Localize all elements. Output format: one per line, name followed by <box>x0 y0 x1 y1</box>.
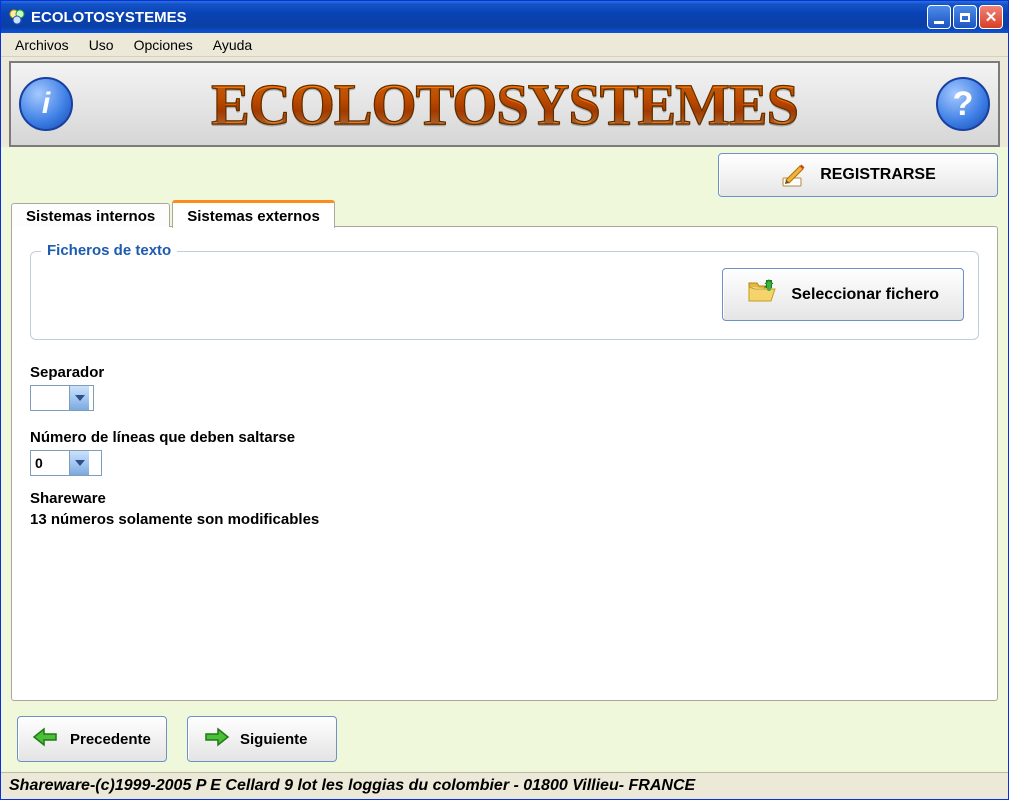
separator-combo[interactable] <box>30 385 94 411</box>
tab-strip: Sistemas internos Sistemas externos <box>11 199 998 227</box>
minimize-button[interactable] <box>927 5 951 29</box>
shareware-line1: Shareware <box>30 488 979 509</box>
register-label: REGISTRARSE <box>820 166 936 184</box>
titlebar: ECOLOTOSYSTEMES ✕ <box>1 1 1008 33</box>
register-button[interactable]: REGISTRARSE <box>718 153 998 197</box>
close-button[interactable]: ✕ <box>979 5 1003 29</box>
banner: i ECOLOTOSYSTEMES ? <box>9 61 1000 147</box>
tab-internal[interactable]: Sistemas internos <box>11 203 170 227</box>
shareware-line2: 13 números solamente son modificables <box>30 509 979 530</box>
skip-lines-input[interactable] <box>31 451 69 475</box>
separator-input[interactable] <box>31 386 69 410</box>
next-label: Siguiente <box>240 731 308 748</box>
menu-uso[interactable]: Uso <box>79 35 124 55</box>
window-title: ECOLOTOSYSTEMES <box>31 9 187 26</box>
select-file-button[interactable]: Seleccionar fichero <box>722 268 964 321</box>
menubar: Archivos Uso Opciones Ayuda <box>1 33 1008 57</box>
previous-button[interactable]: Precedente <box>17 716 167 762</box>
info-icon: i <box>42 87 50 121</box>
text-files-group: Ficheros de texto <box>30 251 979 340</box>
group-title: Ficheros de texto <box>41 242 177 259</box>
skip-lines-dropdown-button[interactable] <box>69 451 89 475</box>
skip-lines-combo[interactable] <box>30 450 102 476</box>
menu-archivos[interactable]: Archivos <box>5 35 79 55</box>
banner-title: ECOLOTOSYSTEMES <box>73 71 936 138</box>
tab-external[interactable]: Sistemas externos <box>172 200 335 228</box>
select-file-label: Seleccionar fichero <box>791 286 939 304</box>
arrow-right-icon <box>202 726 230 752</box>
help-button[interactable]: ? <box>936 77 990 131</box>
menu-opciones[interactable]: Opciones <box>124 35 203 55</box>
app-icon <box>9 9 25 25</box>
next-button[interactable]: Siguiente <box>187 716 337 762</box>
folder-open-icon <box>747 279 777 310</box>
statusbar: Shareware-(c)1999-2005 P E Cellard 9 lot… <box>1 772 1008 799</box>
separator-dropdown-button[interactable] <box>69 386 89 410</box>
arrow-left-icon <box>32 726 60 752</box>
menu-ayuda[interactable]: Ayuda <box>203 35 262 55</box>
separator-label: Separador <box>30 364 979 381</box>
skip-lines-label: Número de líneas que deben saltarse <box>30 429 979 446</box>
pencil-icon <box>780 161 808 189</box>
chevron-down-icon <box>75 460 85 466</box>
previous-label: Precedente <box>70 731 151 748</box>
info-button[interactable]: i <box>19 77 73 131</box>
tab-panel-external: Ficheros de texto <box>11 226 998 701</box>
chevron-down-icon <box>75 395 85 401</box>
maximize-button[interactable] <box>953 5 977 29</box>
help-icon: ? <box>953 85 974 124</box>
